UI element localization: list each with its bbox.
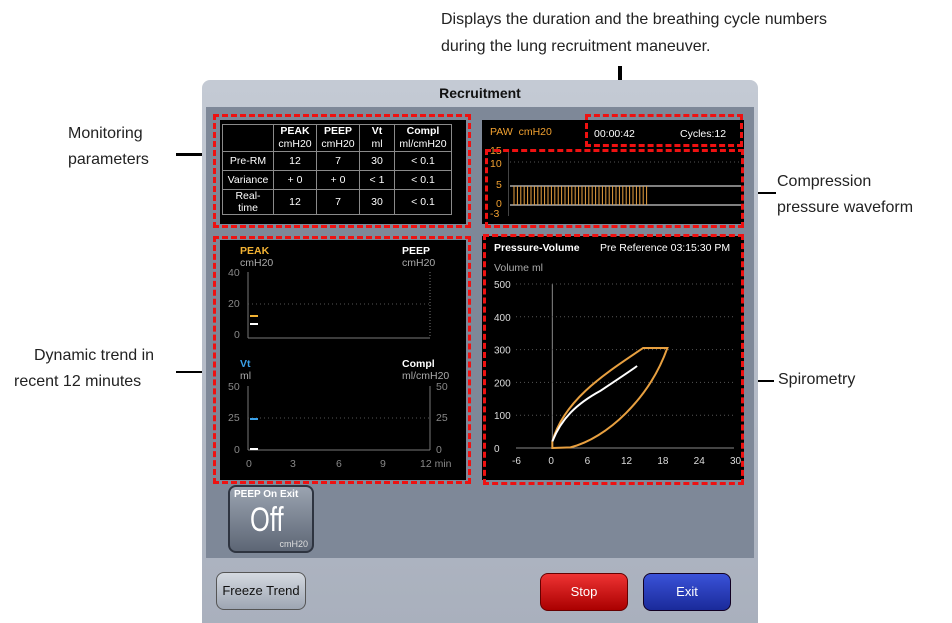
callout-monitoring-line2: parameters — [68, 151, 149, 168]
highlight-duration — [585, 114, 743, 147]
freeze-trend-button[interactable]: Freeze Trend — [216, 572, 306, 610]
callout-monitoring-line1: Monitoring — [68, 125, 143, 142]
highlight-waveform — [485, 149, 744, 228]
paw-label-text: PAW — [490, 126, 513, 138]
paw-unit: cmH20 — [518, 126, 552, 138]
callout-trend-line2: recent 12 minutes — [14, 373, 142, 390]
callout-compression-line1: Compression — [777, 173, 872, 190]
exit-button[interactable]: Exit — [643, 573, 731, 611]
window-title: Recruitment — [439, 85, 521, 101]
highlight-spirometry — [483, 234, 744, 485]
highlight-monitoring — [213, 114, 471, 228]
highlight-trend — [213, 236, 471, 484]
callout-spirometry: Spirometry — [778, 371, 856, 388]
callout-duration-line2: during the lung recruitment maneuver. — [441, 38, 711, 55]
callout-duration-line1: Displays the duration and the breathing … — [441, 11, 827, 28]
paw-label: PAW cmH20 — [490, 126, 552, 138]
peep-on-exit-button[interactable]: PEEP On Exit Off cmH20 — [228, 485, 314, 553]
stop-button[interactable]: Stop — [540, 573, 628, 611]
peep-on-exit-value: Off — [250, 501, 284, 539]
peep-on-exit-label: PEEP On Exit — [234, 489, 299, 500]
callout-compression-line2: pressure waveform — [777, 199, 914, 216]
callout-trend-line1: Dynamic trend in — [34, 347, 155, 364]
peep-on-exit-unit: cmH20 — [279, 539, 308, 549]
